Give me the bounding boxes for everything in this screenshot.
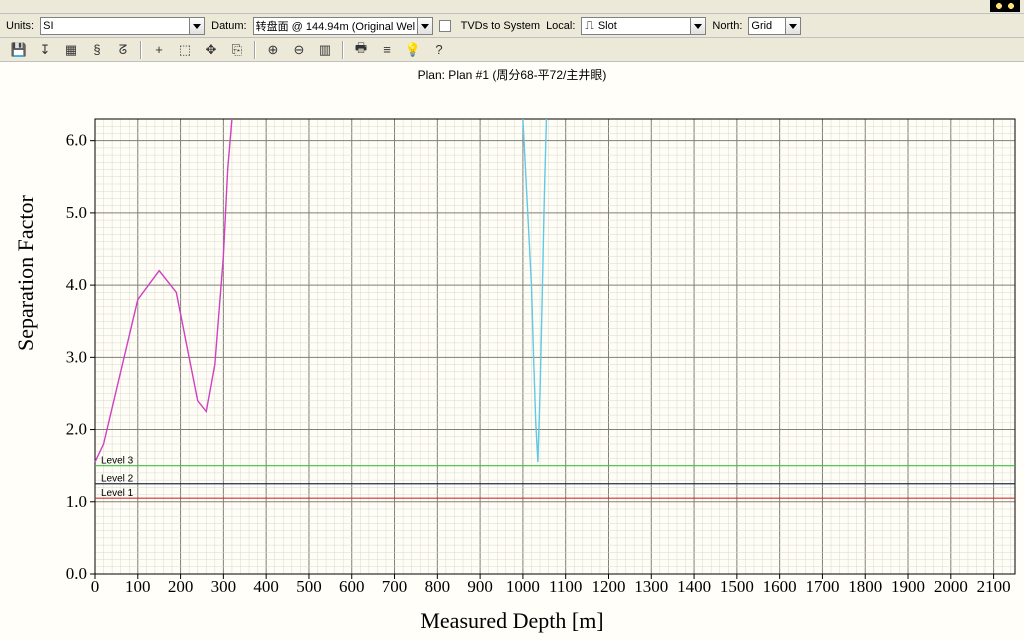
print-icon[interactable]: 🖶 <box>350 40 372 60</box>
svg-text:1700: 1700 <box>805 577 839 596</box>
svg-text:4.0: 4.0 <box>66 275 87 294</box>
save-icon[interactable]: 💾 <box>8 40 30 60</box>
svg-text:1400: 1400 <box>677 577 711 596</box>
svg-text:200: 200 <box>168 577 194 596</box>
chevron-down-icon[interactable] <box>786 17 801 35</box>
svg-text:2000: 2000 <box>934 577 968 596</box>
units-value[interactable] <box>40 17 190 35</box>
lamp-icon[interactable]: 💡 <box>402 40 424 60</box>
svg-text:100: 100 <box>125 577 151 596</box>
open-icon[interactable]: ↧ <box>34 40 56 60</box>
svg-text:Level 2: Level 2 <box>101 474 134 485</box>
select-icon[interactable]: ⬚ <box>174 40 196 60</box>
help-icon[interactable]: ? <box>428 40 450 60</box>
svg-text:1100: 1100 <box>549 577 582 596</box>
local-value: Slot <box>598 20 617 32</box>
separator-icon <box>342 41 344 59</box>
units-select[interactable] <box>40 17 205 35</box>
slot-icon: ⎍ <box>585 18 593 33</box>
svg-text:1200: 1200 <box>591 577 625 596</box>
toolbar-icons: 💾 ↧ ▦ § ᘔ + ⬚ ✥ ⎘ ⊕ ⊖ ▥ 🖶 ≡ 💡 ? <box>0 38 1024 62</box>
north-label: North: <box>712 20 742 32</box>
chevron-down-icon[interactable] <box>691 17 706 35</box>
local-select[interactable]: ⎍ Slot <box>581 17 706 35</box>
separator-icon <box>140 41 142 59</box>
datum-label: Datum: <box>211 20 246 32</box>
svg-text:6.0: 6.0 <box>66 131 87 150</box>
copy-icon[interactable]: ⎘ <box>226 40 248 60</box>
svg-text:800: 800 <box>425 577 451 596</box>
svg-text:1900: 1900 <box>891 577 925 596</box>
svg-text:3.0: 3.0 <box>66 347 87 366</box>
svg-text:1600: 1600 <box>763 577 797 596</box>
chevron-down-icon[interactable] <box>190 17 205 35</box>
toolbar-main: Units: Datum: TVDs to System Local: ⎍ Sl… <box>0 14 1024 38</box>
menubar <box>0 0 1024 14</box>
zoom-in-icon[interactable]: ⊕ <box>262 40 284 60</box>
axis-icon[interactable]: ᘔ <box>112 40 134 60</box>
svg-text:2.0: 2.0 <box>66 420 87 439</box>
datum-value[interactable] <box>253 17 418 35</box>
tool-icon[interactable]: ≡ <box>376 40 398 60</box>
chart-svg: Level 1 Level 2 Level 3 0 100 200 300 400 500 600… <box>0 84 1024 640</box>
svg-text:700: 700 <box>382 577 408 596</box>
north-value[interactable] <box>748 17 786 35</box>
svg-text:0.0: 0.0 <box>66 564 87 583</box>
svg-text:1000: 1000 <box>506 577 540 596</box>
svg-text:2100: 2100 <box>977 577 1011 596</box>
svg-text:1.0: 1.0 <box>66 492 87 511</box>
svg-text:0: 0 <box>91 577 100 596</box>
svg-text:Level 3: Level 3 <box>101 456 134 467</box>
svg-text:500: 500 <box>296 577 322 596</box>
grid-icon[interactable]: ▦ <box>60 40 82 60</box>
svg-text:Level 1: Level 1 <box>101 488 134 499</box>
svg-text:5.0: 5.0 <box>66 203 87 222</box>
tree-icon[interactable]: § <box>86 40 108 60</box>
plot-title: Plan: Plan #1 (周分68-平72/主井眼) <box>0 62 1024 83</box>
svg-text:400: 400 <box>253 577 279 596</box>
plot-area: Plan: Plan #1 (周分68-平72/主井眼) Separation … <box>0 62 1024 640</box>
pan-icon[interactable]: ✥ <box>200 40 222 60</box>
local-label: Local: <box>546 20 575 32</box>
units-label: Units: <box>6 20 34 32</box>
separator-icon <box>254 41 256 59</box>
zoom-out-icon[interactable]: ⊖ <box>288 40 310 60</box>
svg-text:1800: 1800 <box>848 577 882 596</box>
svg-text:1500: 1500 <box>720 577 754 596</box>
window-decor-icon <box>990 0 1020 12</box>
datum-select[interactable] <box>253 17 433 35</box>
crosshair-icon[interactable]: + <box>148 40 170 60</box>
svg-text:1300: 1300 <box>634 577 668 596</box>
north-select[interactable] <box>748 17 801 35</box>
svg-text:900: 900 <box>467 577 493 596</box>
tvds-label: TVDs to System <box>461 20 540 32</box>
svg-text:600: 600 <box>339 577 365 596</box>
chart-icon[interactable]: ▥ <box>314 40 336 60</box>
tvds-checkbox[interactable] <box>439 19 455 31</box>
chevron-down-icon[interactable] <box>418 17 433 35</box>
svg-text:300: 300 <box>211 577 237 596</box>
